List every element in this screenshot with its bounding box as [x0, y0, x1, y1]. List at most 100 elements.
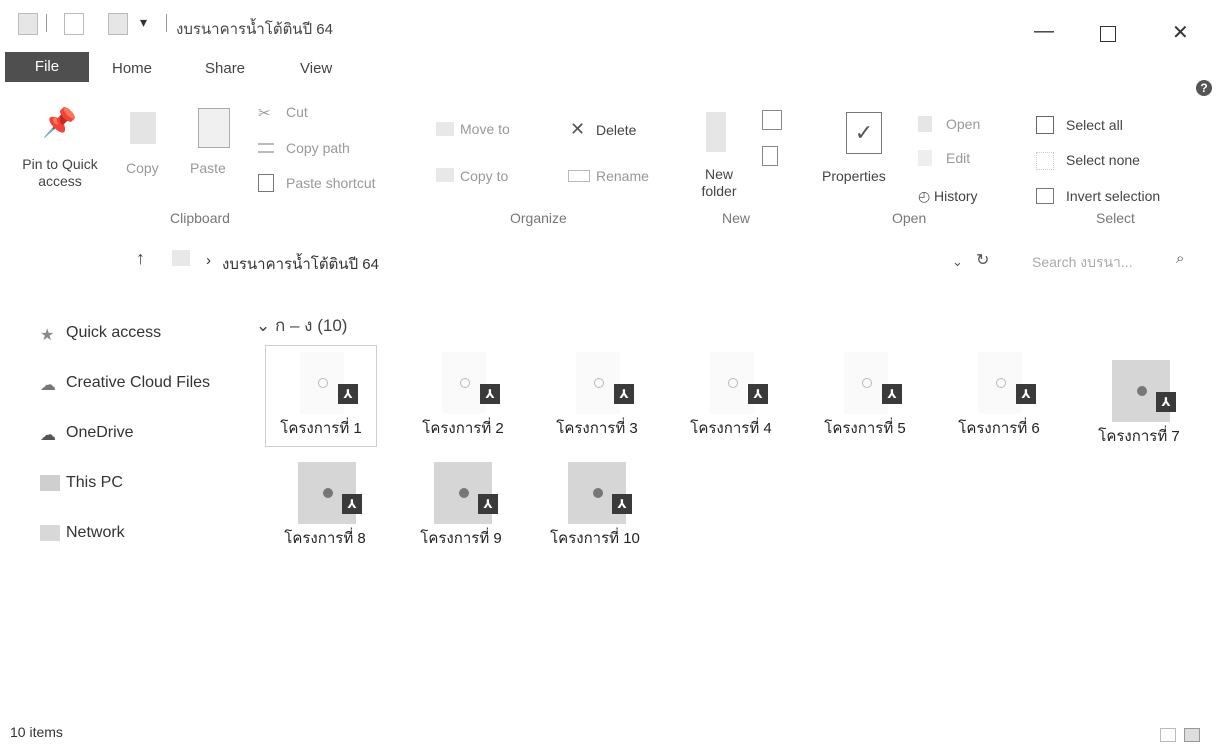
pdf-icon: ⅄ — [882, 384, 902, 404]
separator — [46, 14, 47, 32]
new-folder-icon — [706, 112, 726, 152]
tab-home[interactable]: Home — [112, 60, 152, 77]
pdf-thumbnail — [442, 352, 486, 414]
chevron-down-icon: ⌄ — [256, 316, 271, 335]
status-item-count: 10 items — [10, 724, 63, 740]
copy-to-button[interactable]: Copy to — [460, 168, 508, 184]
copy-to-icon — [436, 168, 454, 182]
cut-icon: ✂ — [258, 105, 271, 122]
file-item[interactable]: ⅄ โครงการที่ 1 — [265, 345, 377, 447]
chevron-down-icon[interactable]: ⌄ — [952, 254, 963, 270]
paste-icon — [198, 108, 230, 148]
pdf-icon: ⅄ — [1016, 384, 1036, 404]
group-header[interactable]: ⌄ ก – ง (10) — [256, 312, 347, 339]
refresh-icon[interactable]: ↻ — [976, 250, 989, 270]
paste-shortcut-button[interactable]: Paste shortcut — [286, 175, 376, 191]
large-icons-view-icon[interactable] — [1184, 728, 1200, 742]
cloud-icon: ☁ — [40, 426, 56, 444]
pdf-icon: ⅄ — [342, 494, 362, 514]
copy-icon — [130, 112, 156, 144]
help-icon[interactable]: ? — [1196, 80, 1212, 96]
history-icon: ◴ — [918, 188, 931, 204]
nav-network[interactable]: Network — [40, 524, 125, 542]
select-all-icon — [1036, 116, 1054, 134]
file-item[interactable]: ⅄ โครงการที่ 7 — [1084, 354, 1194, 454]
window-title: งบรนาคารน้ำโต้ตินปี 64 — [176, 21, 333, 38]
paste-shortcut-icon — [258, 174, 274, 192]
up-arrow-icon[interactable]: ↑ — [136, 248, 145, 269]
move-to-button[interactable]: Move to — [460, 121, 510, 137]
file-item[interactable]: ⅄ โครงการที่ 2 — [408, 346, 518, 446]
pdf-thumbnail — [978, 352, 1022, 414]
new-group-label: New — [722, 210, 751, 226]
select-none-button[interactable]: Select none — [1066, 152, 1140, 168]
pdf-thumbnail — [1112, 360, 1170, 422]
search-input[interactable]: Search งบรนา... — [1032, 252, 1133, 274]
computer-icon — [40, 474, 60, 491]
file-item[interactable]: ⅄ โครงการที่ 3 — [542, 346, 652, 446]
tab-view[interactable]: View — [300, 60, 332, 77]
customize-quick-access-icon[interactable]: ▾ — [140, 14, 147, 31]
pdf-icon: ⅄ — [478, 494, 498, 514]
pdf-thumbnail — [576, 352, 620, 414]
nav-creative-cloud-files[interactable]: ☁ Creative Cloud Files — [40, 374, 210, 394]
invert-selection-button[interactable]: Invert selection — [1066, 188, 1160, 204]
copy-path-button[interactable]: Copy path — [286, 140, 350, 156]
pdf-icon: ⅄ — [480, 384, 500, 404]
invert-selection-icon — [1036, 188, 1054, 204]
open-group-label: Open — [892, 210, 927, 226]
breadcrumb[interactable]: งบรนาคารน้ำโต้ตินปี 64 — [222, 252, 379, 276]
maximize-button[interactable] — [1100, 26, 1116, 42]
delete-icon: ✕ — [570, 119, 586, 139]
network-icon — [40, 524, 60, 541]
cut-button[interactable]: Cut — [286, 104, 308, 120]
file-item[interactable]: ⅄ โครงการที่ 5 — [810, 346, 920, 446]
title-bar: ▾ งบรนาคารน้ำโต้ตินปี 64 — ✕ — [0, 0, 1220, 48]
star-icon: ★ — [40, 326, 55, 344]
close-button[interactable]: ✕ — [1172, 20, 1189, 45]
tab-file[interactable]: File — [5, 52, 89, 82]
copy-button[interactable]: Copy — [126, 160, 159, 176]
open-button[interactable]: Open — [946, 116, 980, 132]
search-icon[interactable]: ⌕ — [1176, 250, 1184, 267]
pdf-thumbnail — [844, 352, 888, 414]
edit-button[interactable]: Edit — [946, 150, 970, 166]
select-all-button[interactable]: Select all — [1066, 117, 1123, 133]
pdf-icon: ⅄ — [1156, 392, 1176, 412]
paste-button[interactable]: Paste — [190, 160, 226, 176]
folder-icon — [172, 250, 190, 266]
pdf-icon: ⅄ — [338, 384, 358, 404]
rename-button[interactable]: Rename — [596, 168, 649, 184]
nav-quick-access[interactable]: ★ Quick access — [40, 324, 161, 344]
pdf-icon: ⅄ — [612, 494, 632, 514]
move-to-icon — [436, 122, 454, 136]
nav-onedrive[interactable]: ☁ OneDrive — [40, 424, 134, 444]
new-folder-button[interactable]: New folder — [692, 166, 746, 200]
open-icon — [918, 116, 932, 132]
delete-button[interactable]: Delete — [596, 122, 636, 138]
properties-quick-icon[interactable] — [64, 13, 84, 35]
pdf-thumbnail — [300, 352, 344, 414]
file-item[interactable]: ⅄ โครงการที่ 4 — [676, 346, 786, 446]
properties-button[interactable]: Properties — [822, 168, 886, 184]
clipboard-group-label: Clipboard — [170, 210, 230, 226]
minimize-button[interactable]: — — [1034, 20, 1054, 43]
file-item[interactable]: ⅄ โครงการที่ 6 — [944, 346, 1054, 446]
pdf-thumbnail — [568, 462, 626, 524]
file-item[interactable]: ⅄ โครงการที่ 9 — [406, 456, 516, 556]
new-folder-quick-icon[interactable] — [108, 13, 128, 35]
nav-this-pc[interactable]: This PC — [40, 474, 123, 492]
pin-to-quick-access-button[interactable]: Pin to Quick access — [8, 156, 112, 190]
file-item[interactable]: ⅄ โครงการที่ 10 — [540, 456, 650, 556]
details-view-icon[interactable] — [1160, 728, 1176, 742]
pdf-thumbnail — [298, 462, 356, 524]
history-button[interactable]: History — [934, 188, 978, 204]
pin-icon: 📌 — [42, 107, 77, 138]
file-item[interactable]: ⅄ โครงการที่ 8 — [270, 456, 380, 556]
tab-share[interactable]: Share — [205, 60, 245, 77]
pdf-thumbnail — [710, 352, 754, 414]
folder-icon — [18, 13, 38, 35]
new-item-icon[interactable] — [762, 110, 782, 130]
properties-icon: ✓ — [846, 112, 882, 154]
easy-access-icon[interactable] — [762, 146, 778, 166]
